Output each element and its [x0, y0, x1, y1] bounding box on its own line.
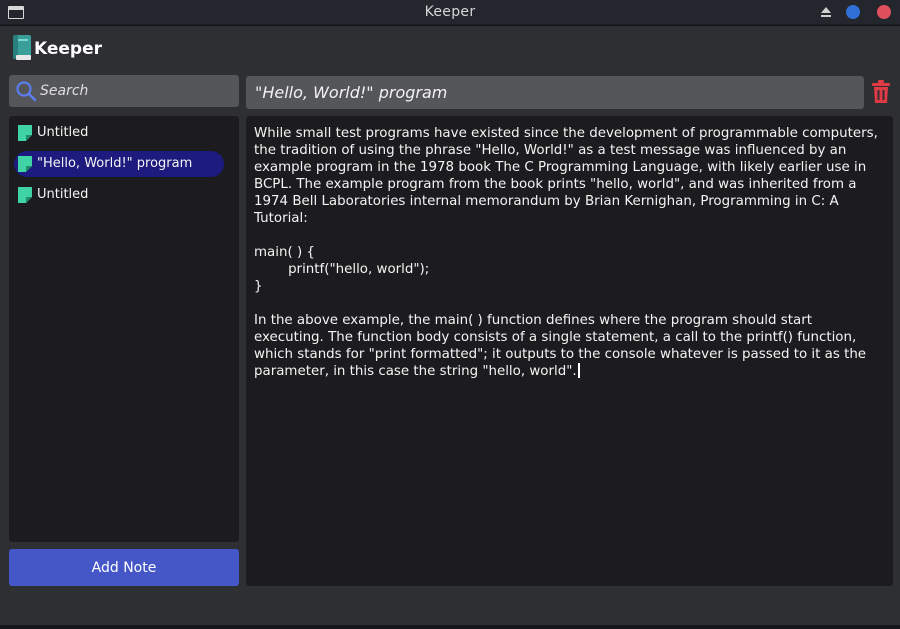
note-icon	[18, 125, 32, 141]
search-box[interactable]	[9, 75, 239, 107]
list-item[interactable]: Untitled	[14, 182, 224, 208]
app-window: Keeper Untitled "Hello, World!" program	[0, 26, 900, 625]
window-titlebar: Keeper	[0, 0, 900, 25]
trash-icon[interactable]	[871, 80, 891, 104]
window-title: Keeper	[424, 4, 476, 20]
note-paragraph: While small test programs have existed s…	[254, 126, 883, 226]
note-code-block: main( ) { printf("hello, world"); }	[254, 245, 430, 294]
note-paragraph-last: In the above example, the main( ) functi…	[254, 312, 885, 380]
list-item[interactable]: Untitled	[14, 120, 224, 146]
add-note-button[interactable]: Add Note	[9, 549, 239, 586]
window-bottom-edge	[0, 625, 900, 629]
note-paragraph-text: In the above example, the main( ) functi…	[254, 313, 871, 379]
note-editor[interactable]: While small test programs have existed s…	[246, 116, 893, 586]
note-title-field[interactable]: "Hello, World!" program	[246, 76, 864, 109]
text-cursor	[577, 363, 580, 378]
search-icon	[16, 81, 37, 102]
search-input[interactable]	[40, 75, 230, 107]
collapse-icon[interactable]	[820, 6, 834, 20]
note-label: Untitled	[37, 187, 89, 202]
book-icon	[13, 35, 31, 60]
note-label: "Hello, World!" program	[37, 156, 193, 171]
app-name: Keeper	[34, 39, 103, 59]
list-item[interactable]: "Hello, World!" program	[14, 151, 224, 177]
note-label: Untitled	[37, 125, 89, 140]
close-icon[interactable]	[877, 5, 891, 19]
note-icon	[18, 156, 32, 172]
note-icon	[18, 187, 32, 203]
notes-list: Untitled "Hello, World!" program Untitle…	[9, 116, 239, 542]
maximize-icon[interactable]	[846, 5, 860, 19]
